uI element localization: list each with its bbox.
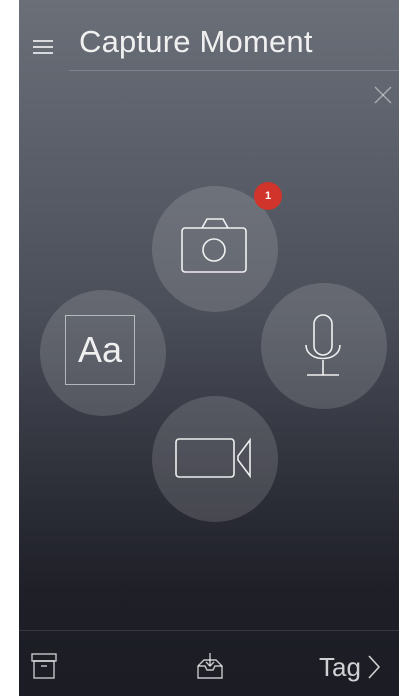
footer-divider	[19, 630, 399, 631]
tag-label: Tag	[319, 651, 361, 682]
chevron-right-icon	[368, 655, 381, 679]
video-camera-icon	[175, 437, 251, 479]
page-title: Capture Moment	[79, 24, 313, 59]
notification-badge: 1	[254, 182, 282, 210]
header-divider	[69, 70, 399, 71]
archive-icon[interactable]	[29, 651, 59, 681]
text-icon: Aa	[65, 315, 135, 385]
capture-audio-button[interactable]	[261, 283, 387, 409]
capture-screen: Capture Moment 1 Aa Tag	[19, 0, 399, 696]
microphone-icon	[305, 314, 341, 376]
close-icon[interactable]	[374, 86, 392, 104]
inbox-download-icon[interactable]	[194, 650, 226, 682]
capture-video-button[interactable]	[152, 396, 278, 522]
hamburger-menu-icon[interactable]	[33, 40, 53, 54]
tag-button[interactable]: Tag	[319, 652, 381, 682]
capture-text-button[interactable]: Aa	[40, 290, 166, 416]
